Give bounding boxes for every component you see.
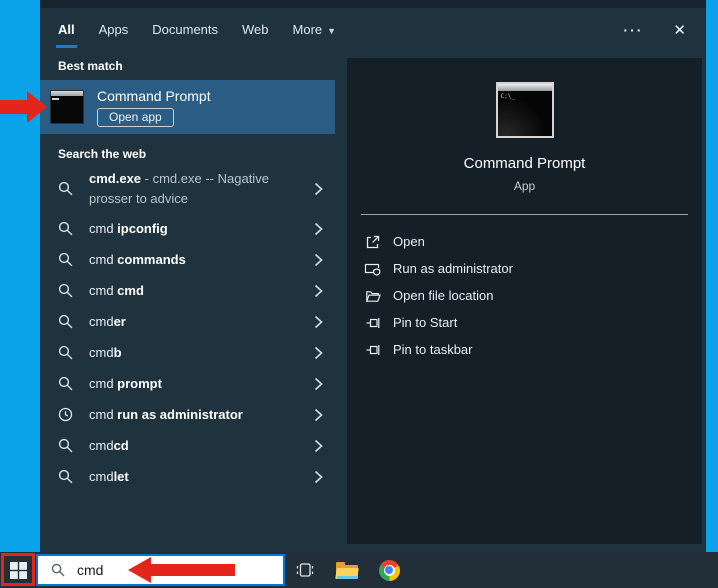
chevron-right-icon[interactable] <box>314 470 323 484</box>
start-button[interactable] <box>0 552 36 588</box>
search-icon <box>51 563 65 577</box>
desktop: All Apps Documents Web More ▼ ··· ✕ Best … <box>0 0 718 588</box>
best-match-title: Command Prompt <box>97 87 211 104</box>
search-icon <box>58 345 73 360</box>
chevron-right-icon[interactable] <box>314 182 323 196</box>
open-icon <box>364 233 381 250</box>
history-icon <box>58 407 73 422</box>
window-top-shadow <box>40 0 706 8</box>
search-web-list: cmd.exe - cmd.exe -- Nagative prosser to… <box>40 164 335 492</box>
search-suggestion-row[interactable]: cmdcd <box>40 430 335 461</box>
preview-subtitle: App <box>513 179 536 193</box>
search-suggestion-row[interactable]: cmd ipconfig <box>40 213 335 244</box>
preview-title: Command Prompt <box>463 155 586 172</box>
suggestion-text: cmd.exe - cmd.exe -- Nagative prosser to… <box>89 171 269 206</box>
chevron-right-icon[interactable] <box>314 222 323 236</box>
search-suggestion-row[interactable]: cmder <box>40 306 335 337</box>
suggestion-text: cmd prompt <box>89 375 162 391</box>
file-explorer-icon <box>335 561 359 579</box>
chevron-right-icon[interactable] <box>314 439 323 453</box>
search-suggestion-row[interactable]: cmdlet <box>40 461 335 492</box>
chevron-down-icon: ▼ <box>327 26 337 36</box>
search-icon <box>58 469 73 484</box>
action-list: Open Run as administrator Open file loca… <box>347 228 702 363</box>
tab-all[interactable]: All <box>56 8 77 52</box>
search-icon <box>58 438 73 453</box>
chrome-button[interactable] <box>377 552 401 588</box>
suggestion-text: cmd cmd <box>89 282 144 298</box>
divider <box>361 214 688 215</box>
suggestion-text: cmdlet <box>89 468 129 484</box>
pin-icon <box>364 314 381 331</box>
chevron-right-icon[interactable] <box>314 253 323 267</box>
suggestion-text: cmd commands <box>89 251 186 267</box>
action-open-file-location[interactable]: Open file location <box>347 282 702 309</box>
taskbar <box>0 552 718 588</box>
search-icon <box>58 252 73 267</box>
chrome-icon <box>378 559 400 581</box>
action-run-as-administrator[interactable]: Run as administrator <box>347 255 702 282</box>
search-tabs-bar: All Apps Documents Web More ▼ ··· ✕ <box>40 8 706 52</box>
tab-apps[interactable]: Apps <box>99 8 129 52</box>
best-match-result[interactable]: Command Prompt Open app <box>40 80 335 134</box>
action-pin-to-taskbar[interactable]: Pin to taskbar <box>347 336 702 363</box>
search-suggestion-row[interactable]: cmd commands <box>40 244 335 275</box>
chevron-right-icon[interactable] <box>314 284 323 298</box>
run-as-administrator-icon <box>364 260 381 277</box>
search-suggestion-row[interactable]: cmd prompt <box>40 368 335 399</box>
search-icon <box>58 181 73 196</box>
command-prompt-icon <box>50 90 84 124</box>
close-icon[interactable]: ✕ <box>673 21 686 39</box>
search-the-web-header: Search the web <box>58 147 147 161</box>
search-suggestion-row[interactable]: cmd.exe - cmd.exe -- Nagative prosser to… <box>40 164 335 213</box>
results-pane: Best match Command Prompt Open app Searc… <box>40 52 335 552</box>
chevron-right-icon[interactable] <box>314 346 323 360</box>
chevron-right-icon[interactable] <box>314 377 323 391</box>
suggestion-text: cmdb <box>89 344 122 360</box>
file-explorer-button[interactable] <box>335 552 359 588</box>
search-icon <box>58 376 73 391</box>
search-icon <box>58 221 73 236</box>
start-icon <box>9 561 27 579</box>
action-pin-to-start[interactable]: Pin to Start <box>347 309 702 336</box>
command-prompt-icon: C:\_ <box>495 82 554 138</box>
more-options-icon[interactable]: ··· <box>623 22 643 38</box>
tab-web[interactable]: Web <box>242 8 269 52</box>
search-suggestion-row[interactable]: cmdb <box>40 337 335 368</box>
open-file-location-icon <box>364 287 381 304</box>
suggestion-text: cmd ipconfig <box>89 220 168 236</box>
tab-more[interactable]: More ▼ <box>293 8 337 52</box>
suggestion-text: cmdcd <box>89 437 129 453</box>
search-icon <box>58 314 73 329</box>
search-flyout-window: All Apps Documents Web More ▼ ··· ✕ Best … <box>40 0 706 552</box>
preview-pane: C:\_ Command Prompt App Open <box>347 58 702 544</box>
task-view-button[interactable] <box>293 552 317 588</box>
open-app-button[interactable]: Open app <box>97 107 174 127</box>
pin-icon <box>364 341 381 358</box>
search-input[interactable] <box>77 562 227 578</box>
action-open[interactable]: Open <box>347 228 702 255</box>
suggestion-text: cmd run as administrator <box>89 406 243 422</box>
best-match-header: Best match <box>58 59 123 73</box>
chevron-right-icon[interactable] <box>314 408 323 422</box>
search-suggestion-row[interactable]: cmd cmd <box>40 275 335 306</box>
search-icon <box>58 283 73 298</box>
chevron-right-icon[interactable] <box>314 315 323 329</box>
suggestion-text: cmder <box>89 313 126 329</box>
tab-documents[interactable]: Documents <box>152 8 218 52</box>
task-view-icon <box>296 563 314 577</box>
search-suggestion-row[interactable]: cmd run as administrator <box>40 399 335 430</box>
taskbar-search-box[interactable] <box>36 554 285 586</box>
